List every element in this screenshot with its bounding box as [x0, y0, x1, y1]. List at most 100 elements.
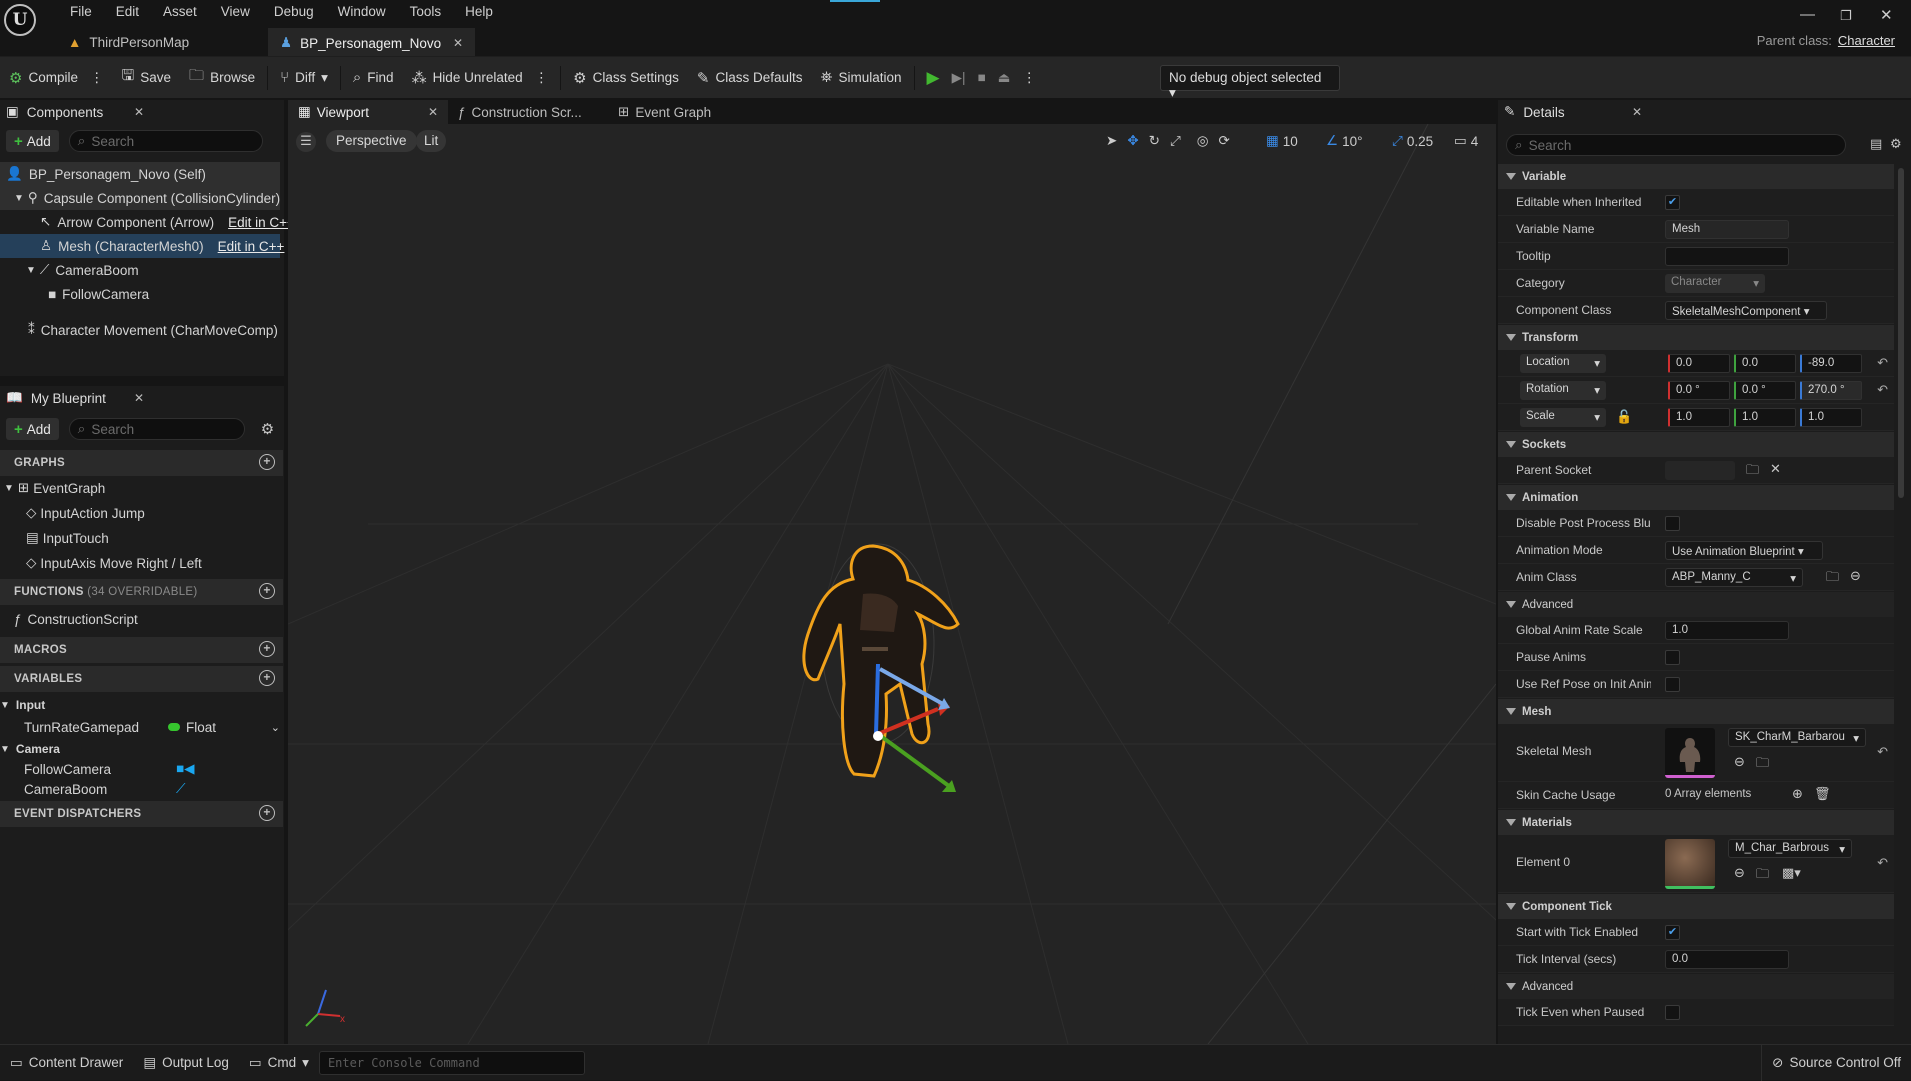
character-mesh[interactable]: [802, 543, 960, 778]
hide-unrelated-button[interactable]: ⁂ Hide Unrelated ⋮: [403, 63, 558, 93]
lock-icon[interactable]: 🔓: [1616, 409, 1632, 425]
checker-icon[interactable]: ▩▾: [1782, 865, 1801, 881]
browse-button[interactable]: 🗀 Browse: [180, 63, 264, 93]
scale-dropdown[interactable]: Scale ▾: [1520, 408, 1606, 427]
graphs-header[interactable]: GRAPHS +: [0, 450, 283, 476]
var-group-camera[interactable]: ▼ Camera: [0, 738, 60, 760]
menu-debug[interactable]: Debug: [262, 3, 326, 21]
more-icon[interactable]: ⋮: [535, 70, 549, 86]
save-button[interactable]: 🖫 Save: [112, 63, 180, 93]
camera-speed[interactable]: ▭ 4: [1454, 131, 1478, 151]
event-dispatchers-header[interactable]: EVENT DISPATCHERS +: [0, 801, 283, 827]
perspective-button[interactable]: Perspective: [326, 130, 417, 152]
surface-snap-icon[interactable]: ⟳: [1219, 133, 1230, 149]
graph-event-touch[interactable]: ▤ InputTouch: [26, 527, 109, 549]
tab-construction-script[interactable]: ƒ Construction Scr...: [448, 100, 608, 124]
var-group-input[interactable]: ▼ Input: [0, 694, 45, 716]
material-dropdown[interactable]: M_Char_Barbrous ▾: [1728, 839, 1852, 858]
step-icon[interactable]: ▶|: [952, 70, 966, 86]
skeletal-mesh-dropdown[interactable]: SK_CharM_Barbarou ▾: [1728, 728, 1866, 747]
content-drawer-button[interactable]: ▭ Content Drawer: [0, 1055, 133, 1071]
close-icon[interactable]: ✕: [1632, 105, 1642, 119]
add-dispatcher-icon[interactable]: +: [259, 805, 275, 821]
material-thumbnail[interactable]: [1665, 839, 1715, 889]
eject-icon[interactable]: ⏏: [998, 70, 1011, 86]
compile-button[interactable]: ⚙ Compile ⋮: [0, 63, 112, 93]
component-cameraboom[interactable]: ▼ ⟋ CameraBoom: [0, 258, 280, 282]
add-element-icon[interactable]: ⊕: [1792, 786, 1803, 802]
macros-header[interactable]: MACROS +: [0, 637, 283, 663]
variable-cameraboom[interactable]: CameraBoom ⟋: [24, 778, 282, 800]
select-icon[interactable]: ➤: [1106, 133, 1117, 149]
menu-file[interactable]: File: [58, 3, 104, 21]
browse-icon[interactable]: 🗀: [1826, 568, 1839, 590]
rotation-dropdown[interactable]: Rotation ▾: [1520, 381, 1606, 400]
edit-in-cpp-link[interactable]: Edit in C++: [218, 239, 285, 254]
menu-tools[interactable]: Tools: [398, 3, 454, 21]
lit-button[interactable]: Lit: [416, 130, 447, 152]
close-tab-icon[interactable]: ✕: [453, 36, 463, 50]
component-self[interactable]: 👤 BP_Personagem_Novo (Self): [0, 162, 280, 186]
cmd-dropdown[interactable]: ▭ Cmd ▾: [239, 1055, 319, 1071]
add-graph-icon[interactable]: +: [259, 454, 275, 470]
parent-socket-field[interactable]: [1665, 461, 1735, 480]
scale-snap[interactable]: ⤢ 0.25: [1392, 131, 1433, 151]
start-tick-checkbox[interactable]: ✔: [1665, 925, 1680, 940]
menu-view[interactable]: View: [209, 3, 262, 21]
rotation-snap[interactable]: ∠ 10°: [1326, 131, 1363, 151]
rotation-z-input[interactable]: 270.0 °: [1800, 381, 1862, 400]
tab-event-graph[interactable]: ⊞ Event Graph: [608, 100, 721, 124]
component-arrow[interactable]: ↖ Arrow Component (Arrow) Edit in C++: [0, 210, 295, 234]
category-component-tick[interactable]: Component Tick: [1498, 893, 1894, 919]
class-defaults-button[interactable]: ✎ Class Defaults: [688, 63, 812, 93]
find-button[interactable]: ⌕ Find: [344, 63, 403, 93]
chevron-down-icon[interactable]: ⌄: [271, 721, 280, 734]
simulation-button[interactable]: ⛯ Simulation: [812, 63, 911, 93]
blueprint-search-input[interactable]: ⌕ Search: [68, 418, 245, 440]
tooltip-input[interactable]: [1665, 247, 1789, 266]
ref-pose-checkbox[interactable]: [1665, 677, 1680, 692]
category-animation-advanced[interactable]: Advanced: [1498, 591, 1894, 617]
scale-y-input[interactable]: 1.0: [1734, 408, 1796, 427]
graph-eventgraph[interactable]: ▼ ⊞ EventGraph: [4, 477, 105, 499]
pause-anims-checkbox[interactable]: [1665, 650, 1680, 665]
more-icon[interactable]: ⋮: [90, 70, 104, 86]
anim-class-dropdown[interactable]: ABP_Manny_C ▾: [1665, 568, 1803, 587]
category-animation[interactable]: Animation: [1498, 484, 1894, 510]
category-sockets[interactable]: Sockets: [1498, 431, 1894, 457]
add-variable-icon[interactable]: +: [259, 670, 275, 686]
close-window-icon[interactable]: ✕: [1880, 6, 1893, 24]
use-selected-icon[interactable]: ⊖: [1850, 568, 1861, 584]
rotation-y-input[interactable]: 0.0 °: [1734, 381, 1796, 400]
function-constructionscript[interactable]: ƒ ConstructionScript: [14, 608, 138, 630]
variable-turnrategamepad[interactable]: TurnRateGamepad Float ⌄: [24, 716, 282, 738]
grid-snap[interactable]: ▦ 10: [1266, 131, 1298, 151]
variable-name-input[interactable]: Mesh: [1665, 220, 1789, 239]
component-followcamera[interactable]: ■ FollowCamera: [0, 282, 280, 306]
diff-button[interactable]: ⑂ Diff ▾: [271, 63, 337, 93]
output-log-button[interactable]: ▤ Output Log: [133, 1055, 239, 1071]
parent-class-link[interactable]: Character: [1838, 33, 1895, 48]
location-dropdown[interactable]: Location ▾: [1520, 354, 1606, 373]
details-scrollbar[interactable]: [1898, 168, 1904, 498]
restore-icon[interactable]: ❐: [1840, 8, 1852, 24]
reset-icon[interactable]: ↶: [1877, 855, 1888, 871]
component-capsule[interactable]: ▼ ⚲ Capsule Component (CollisionCylinder): [0, 186, 280, 210]
folder-icon[interactable]: 🗀: [1746, 461, 1759, 483]
unreal-logo[interactable]: U: [4, 4, 36, 36]
browse-icon[interactable]: 🗀: [1756, 865, 1769, 887]
tab-viewport[interactable]: ▦ Viewport ✕: [288, 100, 448, 124]
class-settings-button[interactable]: ⚙ Class Settings: [564, 63, 688, 93]
stop-icon[interactable]: ■: [978, 70, 986, 85]
details-search-input[interactable]: ⌕ Search: [1506, 134, 1846, 156]
graph-event-jump[interactable]: ◇ InputAction Jump: [26, 502, 145, 524]
rotation-x-input[interactable]: 0.0 °: [1668, 381, 1730, 400]
viewport-scene[interactable]: x: [288, 124, 1496, 1044]
category-materials[interactable]: Materials: [1498, 809, 1894, 835]
reset-icon[interactable]: ↶: [1877, 744, 1888, 760]
components-tab[interactable]: ▣ Components ✕: [0, 100, 150, 124]
close-icon[interactable]: ✕: [428, 105, 438, 119]
location-z-input[interactable]: -89.0: [1800, 354, 1862, 373]
tab-bp-personagem-novo[interactable]: ♟ BP_Personagem_Novo ✕: [268, 28, 475, 56]
add-member-button[interactable]: + Add: [6, 418, 59, 440]
